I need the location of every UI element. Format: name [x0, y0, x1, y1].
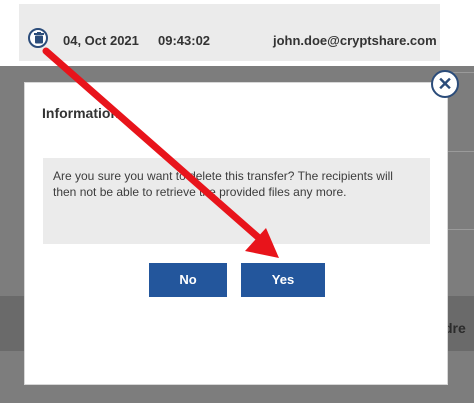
annotation-arrow [42, 47, 279, 258]
annotation-arrow-shaft [42, 47, 263, 242]
